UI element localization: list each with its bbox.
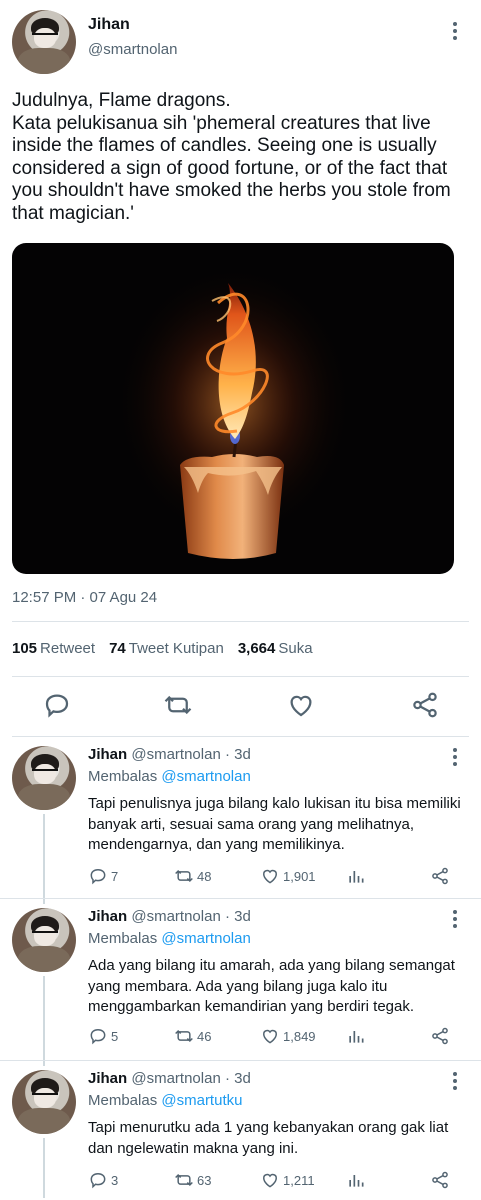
reply-tweet[interactable]: Jihan @smartnolan · 3d Membalas @smartno…	[0, 738, 481, 904]
reply-icon[interactable]	[42, 690, 72, 720]
reply-text: Tapi penulisnya juga bilang kalo lukisan…	[88, 795, 465, 853]
avatar[interactable]	[12, 10, 76, 74]
retweet-button[interactable]: 46	[174, 1024, 211, 1048]
tweet-actions	[0, 686, 481, 726]
replying-to: Membalas @smartnolan	[88, 768, 251, 785]
share-button[interactable]	[430, 864, 450, 888]
reply-button[interactable]: 5	[88, 1024, 118, 1048]
share-icon	[432, 1027, 448, 1045]
more-options-icon[interactable]	[452, 22, 458, 40]
thread-line	[43, 814, 45, 904]
tweet-timestamp[interactable]: 12:57 PM · 07 Agu 24	[12, 589, 157, 606]
share-icon	[432, 1171, 448, 1189]
avatar[interactable]	[12, 746, 76, 810]
more-options-icon[interactable]	[452, 748, 458, 766]
retweet-button[interactable]: 48	[174, 864, 211, 888]
divider	[0, 1060, 481, 1061]
like-button[interactable]: 1,849	[260, 1024, 316, 1048]
analytics-button[interactable]	[346, 864, 366, 888]
reply-button[interactable]: 7	[88, 864, 118, 888]
reply-text: Ada yang bilang itu amarah, ada yang bil…	[88, 957, 460, 1015]
author-name[interactable]: Jihan	[88, 1070, 127, 1087]
retweet-button[interactable]: 63	[174, 1168, 211, 1192]
analytics-icon	[349, 1031, 364, 1043]
replying-to: Membalas @smartutku	[88, 1092, 243, 1109]
retweet-icon	[175, 1029, 193, 1043]
retweet-icon[interactable]	[163, 690, 193, 720]
analytics-icon	[349, 1175, 364, 1187]
author-handle[interactable]: @smartnolan	[88, 41, 177, 58]
avatar[interactable]	[12, 908, 76, 972]
share-icon	[432, 867, 448, 885]
tweet-image-candle-flame[interactable]	[12, 243, 454, 574]
reply-icon	[90, 868, 106, 885]
reply-actions: 3 63 1,211	[88, 1168, 478, 1192]
divider	[12, 736, 469, 737]
share-icon[interactable]	[410, 690, 440, 720]
author-handle[interactable]: @smartnolan · 3d	[131, 746, 250, 763]
quote-count[interactable]: 74 Tweet Kutipan	[109, 640, 224, 657]
divider	[12, 621, 469, 622]
tweet-stats: 105 Retweet 74 Tweet Kutipan 3,664 Suka	[12, 640, 313, 657]
reply-header: Jihan @smartnolan · 3d	[88, 908, 251, 925]
mention-link[interactable]: @smartutku	[161, 1092, 242, 1109]
divider	[12, 676, 469, 677]
author-name[interactable]: Jihan	[88, 908, 127, 925]
more-options-icon[interactable]	[452, 910, 458, 928]
reply-tweet[interactable]: Jihan @smartnolan · 3d Membalas @smartno…	[0, 900, 481, 1066]
share-button[interactable]	[430, 1024, 450, 1048]
reply-header: Jihan @smartnolan · 3d	[88, 1070, 251, 1087]
tweet-text: Judulnya, Flame dragons. Kata pelukisanu…	[12, 90, 451, 224]
retweet-count[interactable]: 105 Retweet	[12, 640, 95, 657]
like-count[interactable]: 3,664 Suka	[238, 640, 313, 657]
more-options-icon[interactable]	[452, 1072, 458, 1090]
reply-actions: 7 48 1,901	[88, 864, 478, 888]
analytics-button[interactable]	[346, 1024, 366, 1048]
analytics-button[interactable]	[346, 1168, 366, 1192]
mention-link[interactable]: @smartnolan	[161, 930, 250, 947]
author-name[interactable]: Jihan	[88, 746, 127, 763]
mention-link[interactable]: @smartnolan	[161, 768, 250, 785]
author-name[interactable]: Jihan	[88, 16, 130, 34]
replying-to: Membalas @smartnolan	[88, 930, 251, 947]
reply-button[interactable]: 3	[88, 1168, 118, 1192]
like-icon[interactable]	[286, 690, 316, 720]
like-button[interactable]: 1,211	[260, 1168, 315, 1192]
thread-line	[43, 1138, 45, 1198]
share-button[interactable]	[430, 1168, 450, 1192]
reply-actions: 5 46 1,849	[88, 1024, 478, 1048]
author-handle[interactable]: @smartnolan · 3d	[131, 1070, 250, 1087]
reply-icon	[90, 1172, 106, 1189]
reply-tweet[interactable]: Jihan @smartnolan · 3d Membalas @smartut…	[0, 1062, 481, 1200]
like-icon	[263, 869, 277, 884]
analytics-icon	[349, 871, 364, 883]
reply-text: Tapi menurutku ada 1 yang kebanyakan ora…	[88, 1119, 453, 1157]
like-button[interactable]: 1,901	[260, 864, 316, 888]
divider	[0, 898, 481, 899]
like-icon	[263, 1029, 277, 1044]
retweet-icon	[175, 869, 193, 883]
avatar[interactable]	[12, 1070, 76, 1134]
like-icon	[263, 1173, 277, 1188]
thread-line	[43, 976, 45, 1066]
retweet-icon	[175, 1173, 193, 1187]
author-handle[interactable]: @smartnolan · 3d	[131, 908, 250, 925]
reply-icon	[90, 1028, 106, 1045]
reply-header: Jihan @smartnolan · 3d	[88, 746, 251, 763]
